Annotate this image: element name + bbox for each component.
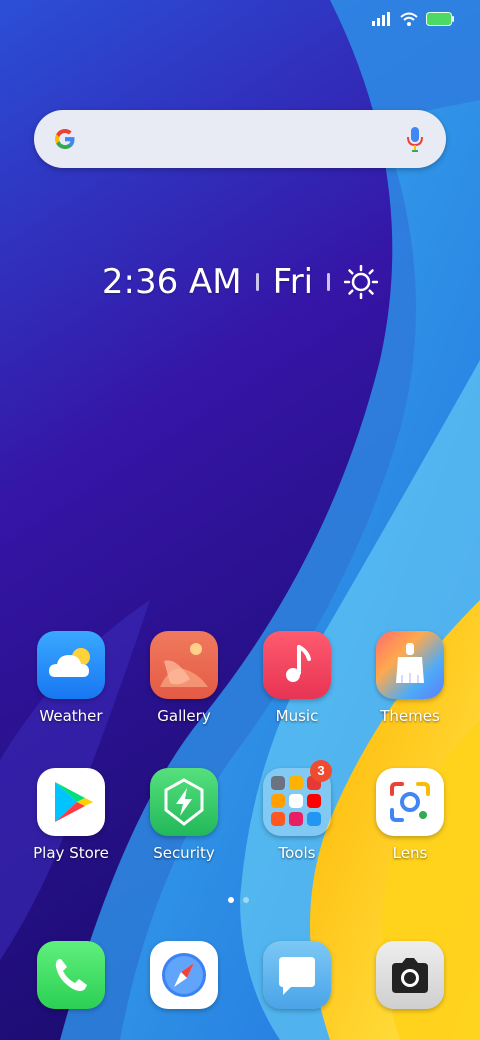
lens-icon	[376, 768, 444, 836]
clock-widget[interactable]: 2:36 AM Fri	[0, 262, 480, 302]
camera-icon	[376, 941, 444, 1009]
app-label: Tools	[278, 844, 316, 862]
app-label: Gallery	[157, 707, 211, 725]
dock-browser[interactable]	[129, 941, 239, 1009]
google-g-icon	[55, 129, 75, 149]
app-label: Security	[153, 844, 215, 862]
status-bar	[372, 12, 454, 26]
music-note-icon	[263, 631, 331, 699]
app-lens[interactable]: Lens	[355, 768, 465, 862]
security-lightning-icon	[150, 768, 218, 836]
dock-phone[interactable]	[16, 941, 126, 1009]
clock-time: 2:36 AM	[101, 262, 242, 302]
clock-day: Fri	[272, 262, 314, 302]
messages-icon	[263, 941, 331, 1009]
app-tools-folder[interactable]: 3 Tools	[242, 760, 352, 862]
battery-icon	[426, 12, 454, 26]
weather-icon	[37, 631, 105, 699]
app-weather[interactable]: Weather	[16, 631, 126, 725]
app-label: Play Store	[33, 844, 109, 862]
app-label: Weather	[39, 707, 103, 725]
wifi-icon	[400, 12, 418, 26]
phone-icon	[37, 941, 105, 1009]
search-input[interactable]	[94, 122, 388, 158]
app-label: Music	[275, 707, 319, 725]
themes-brush-icon	[376, 631, 444, 699]
notification-badge: 3	[310, 760, 332, 782]
dock-camera[interactable]	[355, 941, 465, 1009]
app-play-store[interactable]: Play Store	[16, 768, 126, 862]
page-indicator	[228, 897, 249, 903]
page-dot[interactable]	[243, 897, 249, 903]
dock-messages[interactable]	[242, 941, 352, 1009]
separator	[255, 273, 259, 291]
browser-compass-icon	[150, 941, 218, 1009]
microphone-icon[interactable]	[406, 125, 424, 153]
page-dot-active[interactable]	[228, 897, 234, 903]
app-music[interactable]: Music	[242, 631, 352, 725]
google-search-bar[interactable]	[34, 110, 446, 168]
app-label: Themes	[380, 707, 440, 725]
app-security[interactable]: Security	[129, 768, 239, 862]
folder-preview	[271, 776, 323, 828]
sun-icon	[344, 265, 379, 299]
play-store-icon	[37, 768, 105, 836]
separator	[327, 273, 331, 291]
app-label: Lens	[392, 844, 428, 862]
signal-bars-icon	[372, 12, 390, 26]
gallery-icon	[150, 631, 218, 699]
app-themes[interactable]: Themes	[355, 631, 465, 725]
app-gallery[interactable]: Gallery	[129, 631, 239, 725]
